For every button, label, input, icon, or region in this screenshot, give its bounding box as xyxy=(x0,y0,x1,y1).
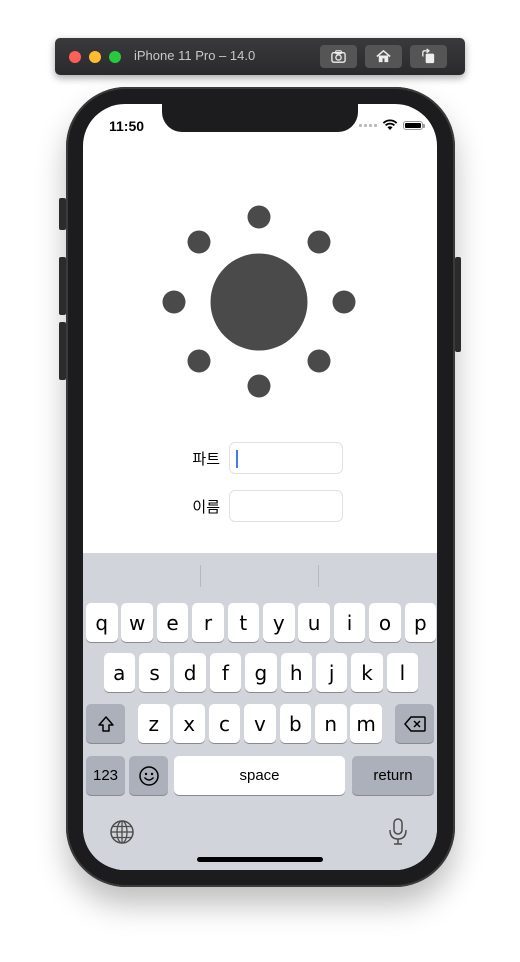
key-e[interactable]: e xyxy=(156,603,189,642)
screenshot-button[interactable] xyxy=(320,45,357,68)
globe-icon[interactable] xyxy=(109,819,135,845)
key-m[interactable]: m xyxy=(350,704,382,743)
rotate-button[interactable] xyxy=(410,45,447,68)
shift-icon xyxy=(97,715,114,732)
key-t[interactable]: t xyxy=(227,603,260,642)
key-g[interactable]: g xyxy=(245,653,277,692)
name-input[interactable] xyxy=(229,490,343,522)
key-l[interactable]: l xyxy=(386,653,419,692)
text-caret xyxy=(236,450,238,468)
power-button xyxy=(455,257,461,352)
name-label: 이름 xyxy=(192,498,220,516)
numbers-key[interactable]: 123 xyxy=(86,756,125,795)
key-j[interactable]: j xyxy=(315,653,348,692)
key-q[interactable]: q xyxy=(86,603,118,642)
close-window-button[interactable] xyxy=(69,51,81,63)
backspace-key[interactable] xyxy=(395,704,434,743)
minimize-window-button[interactable] xyxy=(89,51,101,63)
simulator-title-bar: iPhone 11 Pro – 14.0 xyxy=(55,38,465,75)
return-key[interactable]: return xyxy=(352,756,434,795)
phone-screen: 11:50 파트 이름 q w e r t y u i o p a s d f … xyxy=(83,104,437,870)
key-n[interactable]: n xyxy=(315,704,347,743)
key-v[interactable]: v xyxy=(244,704,276,743)
key-w[interactable]: w xyxy=(121,603,153,642)
zoom-window-button[interactable] xyxy=(109,51,121,63)
key-u[interactable]: u xyxy=(298,603,330,642)
key-r[interactable]: r xyxy=(192,603,224,642)
simulator-title: iPhone 11 Pro – 14.0 xyxy=(134,48,256,63)
home-button[interactable] xyxy=(365,45,402,68)
space-key[interactable]: space xyxy=(174,756,345,795)
key-c[interactable]: c xyxy=(208,704,241,743)
keyboard: qwertyuiop asdfghjkl zxcvbnm 123 space r… xyxy=(83,553,437,870)
microphone-icon[interactable] xyxy=(387,817,409,847)
key-a[interactable]: a xyxy=(103,653,135,692)
emoji-icon xyxy=(138,765,159,786)
key-y[interactable]: y xyxy=(263,603,295,642)
home-indicator xyxy=(197,857,323,862)
suggestion-bar xyxy=(83,553,437,597)
mute-switch xyxy=(59,198,66,230)
sun-icon xyxy=(162,205,356,398)
home-icon xyxy=(376,49,391,63)
key-b[interactable]: b xyxy=(279,704,312,743)
key-f[interactable]: f xyxy=(209,653,242,692)
key-o[interactable]: o xyxy=(369,603,401,642)
volume-up-button xyxy=(59,257,66,315)
emoji-key[interactable] xyxy=(129,756,168,795)
backspace-icon xyxy=(403,715,426,732)
key-z[interactable]: z xyxy=(138,704,170,743)
name-row: 이름 xyxy=(180,490,343,522)
part-input[interactable] xyxy=(229,442,343,474)
key-i[interactable]: i xyxy=(333,603,366,642)
key-x[interactable]: x xyxy=(173,704,205,743)
shift-key[interactable] xyxy=(86,704,125,743)
part-row: 파트 xyxy=(180,442,343,474)
key-k[interactable]: k xyxy=(351,653,383,692)
key-d[interactable]: d xyxy=(174,653,206,692)
key-p[interactable]: p xyxy=(404,603,437,642)
key-s[interactable]: s xyxy=(138,653,171,692)
part-label: 파트 xyxy=(192,450,220,468)
screenshot-icon xyxy=(331,50,346,63)
volume-down-button xyxy=(59,322,66,380)
key-h[interactable]: h xyxy=(280,653,312,692)
rotate-icon xyxy=(422,48,435,64)
